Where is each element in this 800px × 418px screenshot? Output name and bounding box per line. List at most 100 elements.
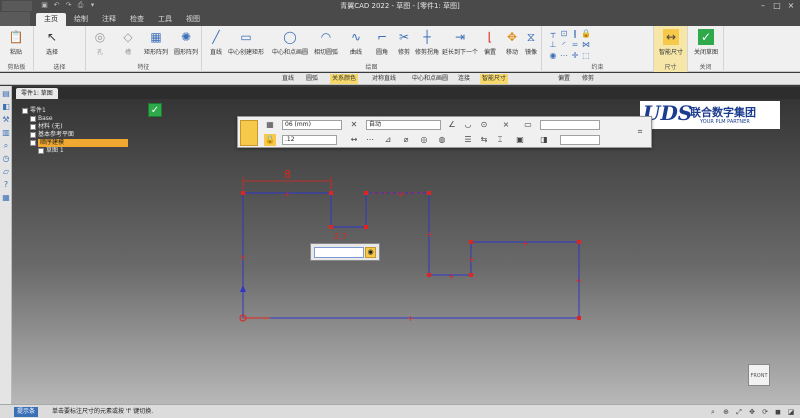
grid-icon[interactable]: ▦ [1,193,11,203]
circle-icon: ◯ [283,30,297,44]
folder-icon[interactable]: ▱ [1,167,11,177]
strip-center-circle[interactable]: 中心和点画圆 [410,74,450,84]
equal-icon[interactable]: = [570,40,580,50]
prompt-message: 单击要标注尺寸的元素或按 'f' 键切换. [52,408,154,415]
coincident-icon[interactable]: ┬ [548,29,558,39]
center-circle-button[interactable]: ◯ 中心和点画圆 [272,29,308,56]
sketch-canvas[interactable]: 8 2.7 + + + + + + + + + [12,99,800,404]
layers-icon[interactable]: ◧ [1,102,11,112]
maximize-icon[interactable]: □ [770,0,784,11]
tab-inspect[interactable]: 检查 [122,13,152,26]
close-sketch-button[interactable]: ✓ 关闭草图 [692,29,720,56]
svg-text:+: + [397,190,404,199]
tab-draw[interactable]: 绘制 [66,13,96,26]
dimension-value-input[interactable] [314,247,364,258]
dimension-value-box: ◉ [310,243,380,261]
tab-home[interactable]: 主页 [36,13,66,26]
smart-dimension-icon: ↔ [663,29,679,45]
group-dimension: ↔ 智能尺寸 尺寸 [654,26,688,72]
select-button[interactable]: ↖ 选择 [38,29,66,56]
trim-icon: ✂ [398,30,410,44]
strip-offset[interactable]: 偏置 [556,74,572,84]
strip-trim[interactable]: 修剪 [580,74,596,84]
extend-icon: ⇥ [454,30,466,44]
svg-text:+: + [448,272,455,281]
close-icon[interactable]: × [784,0,798,11]
svg-text:+: + [522,239,529,248]
svg-text:+: + [575,276,582,285]
perpendicular-icon[interactable]: ⊥ [548,40,558,50]
document-tab[interactable]: 零件1: 草图 [16,88,58,99]
midpoint-icon[interactable]: ✛ [570,51,580,61]
paste-button[interactable]: 📋 粘贴 [2,29,30,56]
view-controls: ⌕ ⊕ ⤢ ✥ ⟳ ◼ ◪ [708,407,796,417]
parallel-icon[interactable]: ∥ [570,29,580,39]
curve-button[interactable]: ∿ 曲线 [342,29,370,56]
collinear-icon[interactable]: ⋯ [559,51,569,61]
tree-icon[interactable]: ▤ [1,89,11,99]
help-icon[interactable]: ? [1,180,11,190]
rotate-icon[interactable]: ⟳ [760,407,770,417]
move-icon: ✥ [506,30,518,44]
concentric-icon[interactable]: ◉ [548,51,558,61]
svg-text:+: + [407,314,414,323]
rigid-icon[interactable]: ⬚ [581,51,591,61]
ribbon-tabs: 主页 绘制 注释 检查 工具 视图 [0,12,800,26]
center-rect-icon: ▭ [240,30,252,44]
slot-icon: ◇ [123,30,133,44]
dimension-label: 8 [284,168,291,181]
paste-icon: 📋 [8,30,24,44]
circ-pattern-icon: ✺ [180,30,192,44]
strip-smart-dimension[interactable]: 智能尺寸 [480,74,509,84]
mirror-button[interactable]: ⧖ 镜像 [520,29,542,56]
tangent-icon[interactable]: ◜ [559,40,569,50]
rect-pattern-button[interactable]: ▦ 矩形阵列 [142,29,170,56]
constraint-grid: ┬ ⊡ ∥ 🔒 ⊥ ◜ = ⋈ ◉ ⋯ ✛ ⬚ [548,29,591,61]
zoom-icon[interactable]: ⌕ [708,407,718,417]
graphics-viewport[interactable]: UDS 联合数字集团 YOUR PLM PARTNER 零件1 Base 材料 … [12,99,800,404]
extend-button[interactable]: ⇥ 延长到下一个 [442,29,478,56]
fit-icon[interactable]: ⤢ [734,407,744,417]
fillet-icon: ⌐ [376,30,388,44]
document-tabs: 零件1: 草图 [12,87,800,99]
window-controls: – □ × [756,0,798,11]
wrench-icon[interactable]: ⚒ [1,115,11,125]
value-options-button[interactable]: ◉ [365,247,376,258]
pan-icon[interactable]: ✥ [747,407,757,417]
strip-connect[interactable]: 连接 [456,74,472,84]
circ-pattern-button[interactable]: ✺ 圆形阵列 [172,29,200,56]
search-icon[interactable]: ⌕ [1,141,11,151]
curve-icon: ∿ [350,30,362,44]
hole-button[interactable]: ◎ 孔 [86,29,114,56]
arc-icon: ◠ [320,30,332,44]
strip-symmetric-line[interactable]: 对称直线 [370,74,398,84]
zoom-area-icon[interactable]: ⊕ [721,407,731,417]
history-icon[interactable]: ◷ [1,154,11,164]
tangent-arc-button[interactable]: ◠ 相切圆弧 [310,29,342,56]
horizontal-icon[interactable]: ⊡ [559,29,569,39]
check-icon: ✓ [698,29,714,45]
tab-tools[interactable]: 工具 [150,13,180,26]
file-button[interactable] [0,12,30,26]
minimize-icon[interactable]: – [756,0,770,11]
view-orient-icon[interactable]: ◪ [786,407,796,417]
strip-relation-color[interactable]: 关系颜色 [330,74,359,84]
symmetric-icon[interactable]: ⋈ [581,40,591,50]
command-strip: 直线 圆弧 关系颜色 对称直线 中心和点画圆 连接 智能尺寸 偏置 修剪 [0,73,800,85]
group-select: ↖ 选择 选择 [34,26,86,72]
smart-dimension-button[interactable]: ↔ 智能尺寸 [657,29,685,56]
svg-text:+: + [240,253,247,262]
view-cube[interactable]: FRONT [748,364,770,386]
shaded-icon[interactable]: ◼ [773,407,783,417]
strip-line[interactable]: 直线 [280,74,296,84]
trim-corner-button[interactable]: ┼ 修剪拐角 [412,29,442,56]
lock-icon[interactable]: 🔒 [581,29,591,39]
cursor-icon: ↖ [46,30,58,44]
center-rect-button[interactable]: ▭ 中心创建矩形 [226,29,266,56]
slot-button[interactable]: ◇ 槽 [114,29,142,56]
tab-view[interactable]: 视图 [178,13,208,26]
library-icon[interactable]: ▥ [1,128,11,138]
mirror-icon: ⧖ [526,30,536,44]
strip-arc[interactable]: 圆弧 [304,74,320,84]
tab-annotate[interactable]: 注释 [94,13,124,26]
